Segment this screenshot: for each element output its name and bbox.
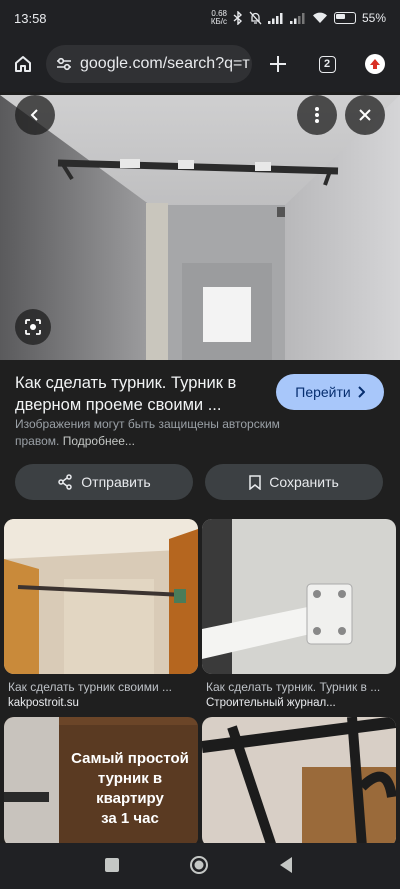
- related-caption-1[interactable]: Как сделать турник своими ...: [8, 680, 198, 694]
- signal-icon-2: [289, 13, 305, 24]
- bluetooth-icon: [233, 11, 242, 25]
- related-image-2[interactable]: [202, 519, 396, 674]
- avatar: [365, 54, 385, 74]
- signal-icon: [267, 13, 283, 24]
- site-settings-icon[interactable]: [56, 57, 72, 71]
- save-button[interactable]: Сохранить: [205, 464, 383, 500]
- back-button[interactable]: [15, 95, 55, 135]
- related-image-3[interactable]: Самый простой турник в квартиру за 1 час: [4, 717, 198, 847]
- plus-icon: [270, 56, 286, 72]
- tab-count: 2: [318, 55, 336, 73]
- profile-button[interactable]: [350, 54, 400, 74]
- related-photo-4: [202, 717, 396, 847]
- browser-toolbar: google.com/search?q=т 2: [0, 36, 400, 92]
- clock: 13:58: [14, 10, 47, 26]
- net-speed: 0.68 КБ/с: [210, 9, 227, 26]
- wifi-icon: [312, 12, 327, 23]
- close-button[interactable]: [345, 95, 385, 135]
- related-image-4[interactable]: [202, 717, 396, 847]
- related-source-1: kakpostroit.su: [8, 697, 79, 709]
- preview-image[interactable]: [0, 95, 400, 360]
- lens-button[interactable]: [15, 309, 51, 345]
- url-text[interactable]: google.com/search?q=т: [80, 55, 250, 73]
- related-photo-2: [202, 519, 396, 674]
- status-icons: 0.68 КБ/с 55%: [211, 10, 386, 26]
- tab-switcher-button[interactable]: 2: [304, 55, 350, 73]
- hallway-photo: [0, 95, 400, 360]
- share-button[interactable]: Отправить: [15, 464, 193, 500]
- related-source-2: Строительный журнал...: [206, 697, 336, 709]
- more-options-button[interactable]: [297, 95, 337, 135]
- back-nav-icon[interactable]: [278, 856, 294, 874]
- home-button[interactable]: [0, 54, 46, 74]
- chevron-right-icon: [358, 386, 365, 398]
- related-image-1[interactable]: [4, 519, 198, 674]
- home-nav-icon[interactable]: [189, 855, 209, 875]
- related-photo-1: [4, 519, 198, 674]
- battery-icon: [333, 12, 356, 24]
- result-title[interactable]: Как сделать турник. Турник в дверном про…: [15, 372, 265, 416]
- copyright-notice: Изображения могут быть защищены авторски…: [15, 417, 280, 448]
- system-nav-bar: [0, 843, 400, 889]
- lens-icon: [25, 319, 41, 335]
- result-header: Как сделать турник. Турник в дверном про…: [15, 372, 387, 416]
- share-icon: [58, 474, 73, 490]
- more-info-link[interactable]: Подробнее...: [63, 434, 135, 448]
- upload-arrow-icon: [370, 59, 380, 69]
- related-caption-2[interactable]: Как сделать турник. Турник в ...: [206, 680, 392, 694]
- status-bar: 13:58 0.68 КБ/с 55%: [0, 0, 400, 36]
- open-page-button[interactable]: Перейти: [276, 374, 384, 410]
- close-icon: [359, 109, 371, 121]
- recents-icon[interactable]: [104, 857, 120, 873]
- bookmark-icon: [249, 474, 261, 490]
- chevron-left-icon: [30, 109, 38, 121]
- address-bar[interactable]: google.com/search?q=т: [46, 45, 252, 83]
- mute-bell-icon: [249, 11, 262, 25]
- battery-percent: 55%: [361, 11, 386, 25]
- related-overlay-text: Самый простой турник в квартиру за 1 час: [71, 750, 189, 827]
- home-icon: [15, 56, 31, 72]
- new-tab-button[interactable]: [252, 55, 304, 73]
- more-vert-icon: [315, 107, 319, 123]
